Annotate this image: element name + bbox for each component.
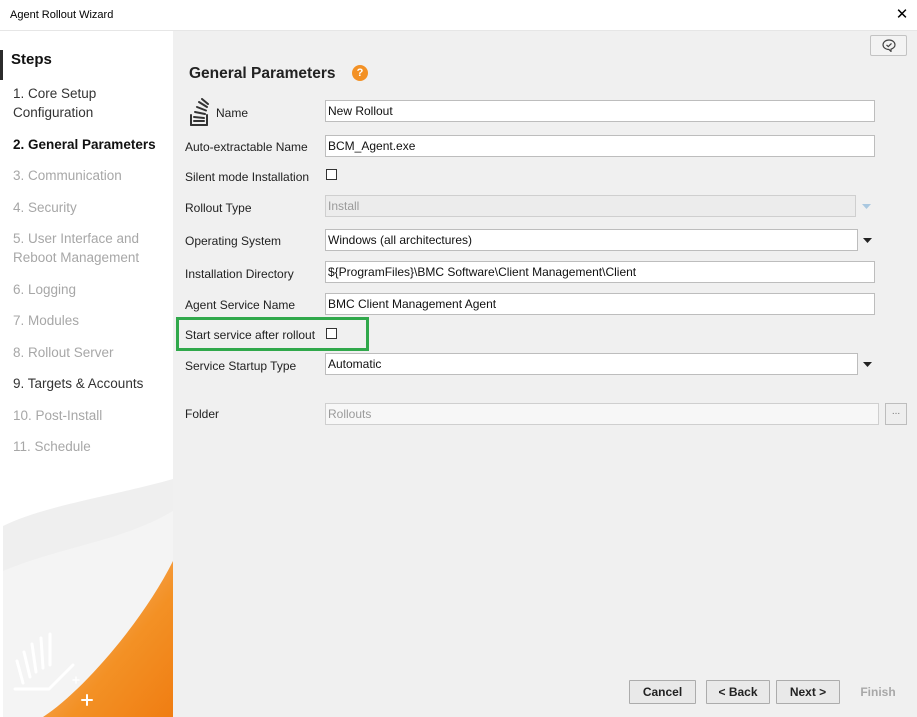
next-button[interactable]: Next > xyxy=(776,680,840,704)
chevron-down-icon xyxy=(861,203,871,209)
feedback-button[interactable] xyxy=(870,35,907,56)
auto-extractable-name-field[interactable]: BCM_Agent.exe xyxy=(325,135,875,157)
operating-system-select[interactable]: Windows (all architectures) xyxy=(325,229,858,251)
auto-extractable-name-label: Auto-extractable Name xyxy=(185,140,308,154)
agent-service-name-label: Agent Service Name xyxy=(185,298,296,312)
cancel-button[interactable]: Cancel xyxy=(629,680,696,704)
installation-directory-label: Installation Directory xyxy=(185,267,294,281)
step-logging[interactable]: 6. Logging xyxy=(13,280,171,299)
service-startup-type-dropdown[interactable] xyxy=(858,353,876,375)
steps-title: Steps xyxy=(11,51,52,68)
rollout-type-label: Rollout Type xyxy=(185,201,252,215)
silent-mode-label: Silent mode Installation xyxy=(185,170,310,184)
step-general-parameters[interactable]: 2. General Parameters xyxy=(13,135,171,154)
chevron-down-icon xyxy=(862,237,872,243)
step-targets-accounts[interactable]: 9. Targets & Accounts xyxy=(13,374,171,393)
start-service-label: Start service after rollout xyxy=(185,328,316,342)
step-security[interactable]: 4. Security xyxy=(13,198,171,217)
name-label: Name xyxy=(216,106,249,120)
step-post-install[interactable]: 10. Post-Install xyxy=(13,406,171,425)
close-icon[interactable]: ✕ xyxy=(887,0,917,30)
finish-button[interactable]: Finish xyxy=(848,680,908,704)
folder-field[interactable]: Rollouts xyxy=(325,403,879,425)
main-panel: General Parameters ? Name New Rollout Au… xyxy=(173,31,917,717)
name-field[interactable]: New Rollout xyxy=(325,100,875,122)
rollout-type-select[interactable]: Install xyxy=(325,195,856,217)
start-service-checkbox[interactable] xyxy=(326,328,337,339)
step-rollout-server[interactable]: 8. Rollout Server xyxy=(13,343,171,362)
steps-list: 1. Core Setup Configuration 2. General P… xyxy=(13,84,171,469)
name-stack-icon xyxy=(190,98,209,126)
step-user-interface[interactable]: 5. User Interface and Reboot Management xyxy=(13,229,171,267)
rollout-type-dropdown[interactable] xyxy=(857,195,875,217)
silent-mode-checkbox[interactable] xyxy=(326,169,337,180)
agent-service-name-field[interactable]: BMC Client Management Agent xyxy=(325,293,875,315)
service-startup-type-label: Service Startup Type xyxy=(185,359,297,373)
feedback-icon xyxy=(881,39,896,52)
title-bar: Agent Rollout Wizard ✕ xyxy=(0,0,917,31)
window-title: Agent Rollout Wizard xyxy=(10,9,114,21)
step-core-setup[interactable]: 1. Core Setup Configuration xyxy=(13,84,171,122)
help-icon[interactable]: ? xyxy=(352,65,368,81)
page-title: General Parameters xyxy=(189,65,336,82)
step-modules[interactable]: 7. Modules xyxy=(13,311,171,330)
folder-label: Folder xyxy=(185,407,220,421)
service-startup-type-select[interactable]: Automatic xyxy=(325,353,858,375)
sidebar-decoration xyxy=(3,479,173,717)
installation-directory-field[interactable]: ${ProgramFiles}\BMC Software\Client Mana… xyxy=(325,261,875,283)
chevron-down-icon xyxy=(862,361,872,367)
steps-sidebar: Steps 1. Core Setup Configuration 2. Gen… xyxy=(3,31,173,717)
folder-browse-button[interactable]: ... xyxy=(885,403,907,425)
operating-system-dropdown[interactable] xyxy=(858,229,876,251)
step-communication[interactable]: 3. Communication xyxy=(13,166,171,185)
operating-system-label: Operating System xyxy=(185,234,282,248)
back-button[interactable]: < Back xyxy=(706,680,770,704)
